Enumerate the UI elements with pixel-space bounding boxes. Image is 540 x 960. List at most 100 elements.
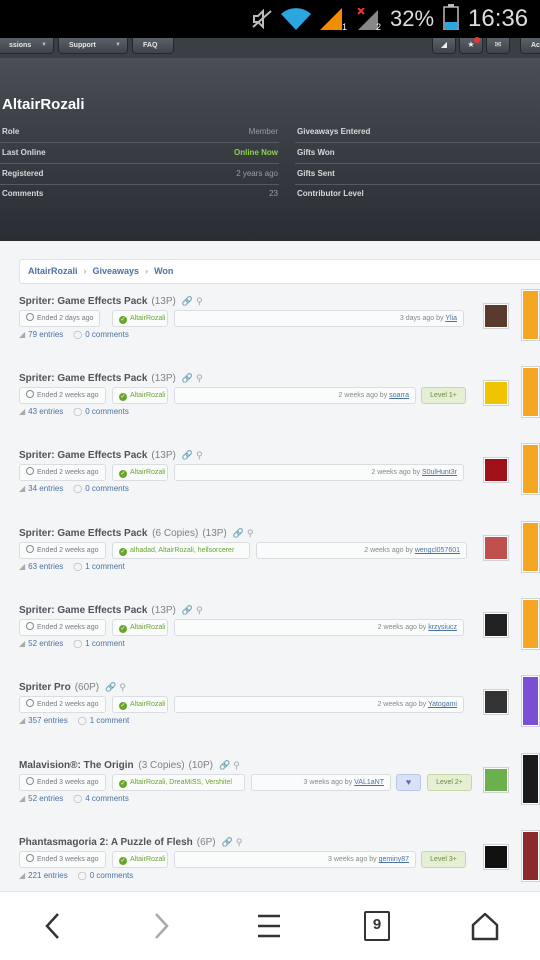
giveaway-title[interactable]: Phantasmagoria 2: A Puzzle of Flesh (6P) 🔗… [19,837,242,848]
creator-link[interactable]: krzysiucz [428,624,457,631]
game-thumbnail[interactable] [521,675,540,727]
comments-link[interactable]: 0 comments [85,484,129,493]
game-thumbnail[interactable] [521,753,540,805]
game-thumbnail[interactable] [521,366,540,418]
link-icon[interactable]: 🔗 [182,450,193,460]
link-icon[interactable]: 🔗 [219,760,230,770]
link-icon[interactable]: 🔗 [233,528,244,538]
profile-label: Contributor Level [297,189,364,198]
giveaway-title[interactable]: Spriter Pro (60P) 🔗 ⚲ [19,682,126,693]
comments-link[interactable]: 4 comments [85,794,129,803]
link-icon[interactable]: 🔗 [105,682,116,692]
comments-link[interactable]: 1 comment [85,562,125,571]
trophy-icon[interactable]: ★ [459,37,483,54]
back-icon[interactable] [33,906,73,946]
search-icon[interactable]: ⚲ [196,296,203,306]
winner-names[interactable]: AltairRozali [130,701,165,708]
breadcrumb-won[interactable]: Won [154,266,173,276]
forward-icon[interactable] [141,906,181,946]
giveaway-title[interactable]: Spriter: Game Effects Pack (13P) 🔗 ⚲ [19,450,203,461]
avatar[interactable] [483,380,509,406]
giveaway-title[interactable]: Spriter: Game Effects Pack (13P) 🔗 ⚲ [19,373,203,384]
creator-link[interactable]: wengcl057601 [415,547,460,554]
breadcrumb-user[interactable]: AltairRozali [28,266,78,276]
creator-link[interactable]: geminy87 [379,856,409,863]
search-icon[interactable]: ⚲ [247,528,254,538]
entries-link[interactable]: 63 entries [28,562,63,571]
search-icon[interactable]: ⚲ [119,682,126,692]
created-text: 2 weeks ago by [338,392,388,399]
search-icon[interactable]: ⚲ [196,605,203,615]
game-thumbnail[interactable] [521,443,540,495]
game-name[interactable]: Spriter: Game Effects Pack [19,450,147,461]
winner-names[interactable]: AltairRozali, DreaMiSS, Vershitel [130,779,232,786]
game-thumbnail[interactable] [521,289,540,341]
entries-link[interactable]: 79 entries [28,330,63,339]
home-icon[interactable] [465,906,505,946]
winner-names[interactable]: AltairRozali [130,392,165,399]
comments-link[interactable]: 0 comments [85,407,129,416]
comments-link[interactable]: 0 comments [85,330,129,339]
game-name[interactable]: Spriter: Game Effects Pack [19,605,147,616]
comments-link[interactable]: 1 comment [85,639,125,648]
gift-icon[interactable]: ◢ [432,38,456,54]
game-name[interactable]: Spriter: Game Effects Pack [19,296,147,307]
game-name[interactable]: Phantasmagoria 2: A Puzzle of Flesh [19,837,193,848]
search-icon[interactable]: ⚲ [233,760,240,770]
nav-faq[interactable]: FAQ [132,38,174,54]
winner-names[interactable]: AltairRozali [130,469,165,476]
giveaway-title[interactable]: Malavision®: The Origin (3 Copies) (10P) 🔗… [19,760,240,771]
comments-link[interactable]: 1 comment [90,716,130,725]
mail-icon[interactable]: ✉ [486,38,510,54]
giveaway-title[interactable]: Spriter: Game Effects Pack (13P) 🔗 ⚲ [19,296,203,307]
avatar[interactable] [483,689,509,715]
entries-link[interactable]: 43 entries [28,407,63,416]
entries-link[interactable]: 52 entries [28,639,63,648]
avatar[interactable] [483,457,509,483]
search-icon[interactable]: ⚲ [196,373,203,383]
game-thumbnail[interactable] [521,521,540,573]
avatar[interactable] [483,844,509,870]
link-icon[interactable]: 🔗 [182,373,193,383]
link-icon[interactable]: 🔗 [222,837,233,847]
winner-names[interactable]: AltairRozali [130,624,165,631]
creator-link[interactable]: Ylia [445,315,457,322]
tabs-icon[interactable]: 9 [357,906,397,946]
breadcrumb-giveaways[interactable]: Giveaways [93,266,140,276]
game-name[interactable]: Spriter: Game Effects Pack [19,373,147,384]
game-name[interactable]: Malavision®: The Origin [19,760,134,771]
game-thumbnail[interactable] [521,830,540,882]
giveaway-title[interactable]: Spriter: Game Effects Pack (13P) 🔗 ⚲ [19,605,203,616]
search-icon[interactable]: ⚲ [196,450,203,460]
entries-link[interactable]: 221 entries [28,871,68,880]
winner-names[interactable]: AltairRozali [130,315,165,322]
creator-link[interactable]: Yatogami [428,701,457,708]
heart-icon[interactable]: ♥ [396,774,421,791]
avatar[interactable] [483,303,509,329]
profile-label: Last Online [2,148,46,157]
avatar[interactable] [483,767,509,793]
nav-discussions[interactable]: ssions ▼ [0,38,54,54]
game-name[interactable]: Spriter Pro [19,682,71,693]
winner-names[interactable]: alhadad, AltairRozali, hellsorcerer [130,547,234,554]
search-icon[interactable]: ⚲ [236,837,243,847]
comments-link[interactable]: 0 comments [90,871,134,880]
giveaway-title[interactable]: Spriter: Game Effects Pack (6 Copies) (13… [19,528,254,539]
menu-icon[interactable] [249,906,289,946]
avatar[interactable] [483,535,509,561]
creator-link[interactable]: soarra [389,392,409,399]
entries-link[interactable]: 34 entries [28,484,63,493]
game-thumbnail[interactable] [521,598,540,650]
clock-icon [26,699,34,707]
link-icon[interactable]: 🔗 [182,296,193,306]
avatar[interactable] [483,612,509,638]
creator-link[interactable]: S0ulHunt3r [422,469,457,476]
link-icon[interactable]: 🔗 [182,605,193,615]
game-name[interactable]: Spriter: Game Effects Pack [19,528,147,539]
nav-account[interactable]: Ac [520,38,540,54]
entries-link[interactable]: 52 entries [28,794,63,803]
creator-link[interactable]: VAL1aNT [354,779,384,786]
winner-names[interactable]: AltairRozali [130,856,165,863]
nav-support[interactable]: Support ▼ [58,38,128,54]
entries-link[interactable]: 357 entries [28,716,68,725]
